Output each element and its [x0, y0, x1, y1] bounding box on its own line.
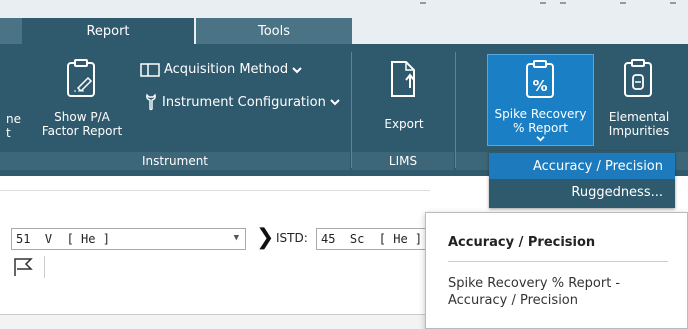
truncated-label-line1: ne: [6, 112, 21, 126]
dropdown-arrow-icon[interactable]: ▼: [234, 233, 239, 243]
chevron-down-icon: [292, 66, 302, 73]
tab-tools[interactable]: Tools: [196, 18, 352, 44]
group-label-instrument: Instrument: [0, 152, 350, 170]
report-edit-icon: [67, 59, 95, 97]
instrument-configuration-button[interactable]: Instrument Configuration: [144, 93, 340, 111]
ribbon-tab-strip: Report Tools: [0, 0, 688, 44]
istd-select-value: 45 Sc [ He ]: [321, 232, 423, 246]
elemental-label-line2: Impurities: [608, 124, 670, 138]
chevron-down-icon: [536, 136, 545, 142]
tooltip-divider: [448, 261, 668, 262]
export-icon: [391, 61, 415, 97]
elemental-label-line1: Elemental: [608, 110, 670, 124]
show-pa-label-line2: Factor Report: [41, 124, 123, 138]
element-select[interactable]: 51 V [ He ] ▼: [11, 228, 246, 250]
tab-previous[interactable]: [0, 18, 22, 44]
group-label-lims: LIMS: [352, 152, 454, 170]
window-icon: [140, 62, 160, 77]
bottom-strip: [0, 315, 430, 329]
elemental-impurities-button[interactable]: Elemental Impurities: [600, 58, 678, 138]
acquisition-method-button[interactable]: Acquisition Method: [140, 62, 302, 77]
spike-recovery-label-line1: Spike Recovery: [494, 107, 587, 121]
element-clipboard-icon: [624, 59, 652, 97]
content-divider: [0, 190, 430, 191]
tooltip-description: Spike Recovery % Report - Accuracy / Pre…: [448, 276, 621, 308]
spike-recovery-label-line2-text: % Report: [513, 121, 568, 135]
spike-recovery-dropdown-menu: Accuracy / Precision Ruggedness...: [489, 151, 675, 208]
truncated-label-line2: t: [6, 126, 11, 140]
ribbon-separator: [351, 52, 352, 168]
truncated-button-label[interactable]: ne t: [6, 112, 21, 140]
istd-select[interactable]: 45 Sc [ He ]: [316, 228, 428, 250]
acquisition-method-label: Acquisition Method: [164, 62, 289, 77]
wrench-icon: [146, 93, 156, 111]
strip-decoration: [420, 2, 680, 8]
flag-icon[interactable]: [13, 256, 35, 278]
istd-label: ISTD:: [276, 231, 308, 245]
spike-recovery-label-line2: % Report: [488, 121, 593, 142]
export-button[interactable]: Export: [371, 58, 437, 131]
element-select-value: 51 V [ He ]: [16, 232, 110, 246]
tooltip-popup: Accuracy / Precision Spike Recovery % Re…: [425, 212, 688, 329]
export-label: Export: [384, 117, 424, 131]
show-pa-label-line1: Show P/A: [54, 110, 110, 124]
svg-text:%: %: [532, 77, 547, 95]
show-pa-factor-report-button[interactable]: Show P/A Factor Report: [34, 58, 130, 138]
chevron-down-icon: [330, 99, 340, 106]
ribbon-separator: [455, 52, 456, 168]
menu-item-ruggedness[interactable]: Ruggedness...: [489, 179, 675, 205]
menu-item-accuracy-precision[interactable]: Accuracy / Precision: [489, 153, 675, 179]
chevron-right-icon[interactable]: ❯: [256, 225, 274, 250]
tooltip-title: Accuracy / Precision: [448, 235, 596, 250]
toolbar-separator: [44, 256, 45, 278]
tab-report[interactable]: Report: [22, 18, 194, 44]
spike-recovery-report-button[interactable]: % Spike Recovery % Report: [487, 54, 594, 146]
percent-clipboard-icon: %: [525, 60, 554, 98]
instrument-configuration-label: Instrument Configuration: [162, 94, 326, 110]
